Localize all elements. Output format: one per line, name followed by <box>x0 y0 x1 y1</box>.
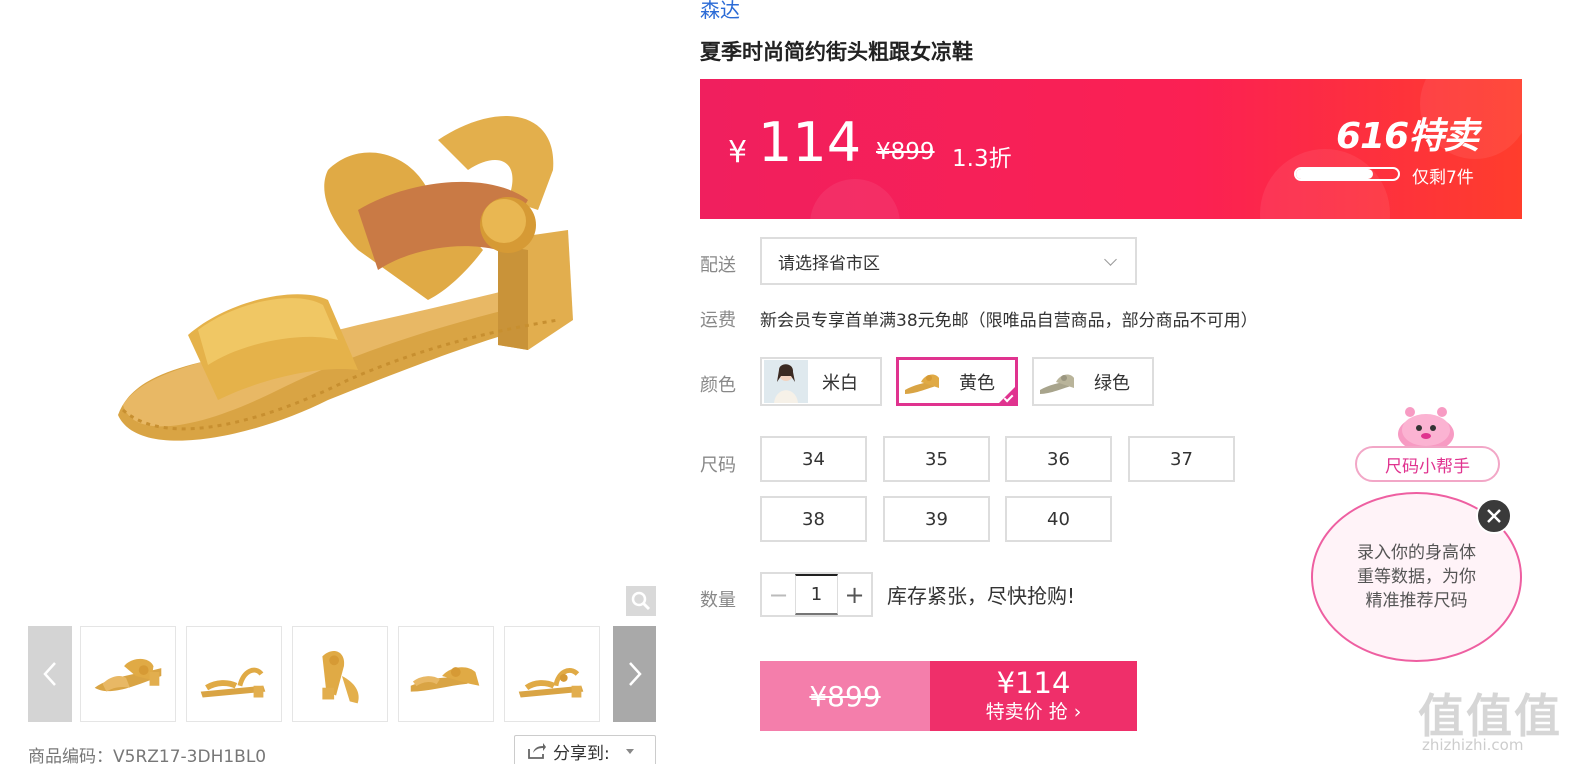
size-label: 尺码 <box>700 455 736 476</box>
stock-remaining: 仅剩7件 <box>1412 168 1474 188</box>
share-button[interactable]: 分享到: <box>514 735 656 764</box>
brand-link[interactable]: 森达 <box>700 0 740 23</box>
sandal-thumbnail <box>905 374 939 394</box>
sandal-thumbnail <box>322 651 359 704</box>
shipping-info: 新会员专享首单满38元免邮（限唯品自营商品，部分商品不可用） <box>760 311 1258 331</box>
size-helper-button[interactable]: 尺码小帮手 <box>1355 446 1500 482</box>
size-option-37[interactable]: 37 <box>1128 436 1235 482</box>
thumbnail-1[interactable] <box>80 626 176 722</box>
color-option-label: 黄色 <box>959 372 995 394</box>
buy-original-price: ¥899 <box>760 661 930 731</box>
zoom-button[interactable] <box>626 586 656 616</box>
color-option-label: 绿色 <box>1094 372 1130 394</box>
price-banner: ¥ 114 ¥899 1.3折 616特卖 仅剩7件 <box>700 79 1522 219</box>
stock-warning: 库存紧张，尽快抢购! <box>887 584 1076 608</box>
color-option-green[interactable]: 绿色 <box>1032 357 1154 406</box>
chevron-right-icon <box>628 662 642 686</box>
stock-progress-bar <box>1294 167 1400 181</box>
buy-sale-price: ¥114 <box>996 666 1071 700</box>
banner-decoration <box>810 179 900 219</box>
thumbnail-3[interactable] <box>292 626 388 722</box>
sandal-thumbnail <box>94 658 162 692</box>
share-icon <box>528 743 546 759</box>
delivery-label: 配送 <box>700 255 736 276</box>
delivery-placeholder: 请选择省市区 <box>778 253 880 274</box>
size-option-36[interactable]: 36 <box>1005 436 1112 482</box>
thumb-next-button[interactable] <box>613 626 656 722</box>
sandal-thumbnail <box>518 668 584 698</box>
color-label: 颜色 <box>700 375 736 396</box>
magnifier-icon <box>631 591 651 611</box>
quantity-decrease-button[interactable]: − <box>762 574 795 615</box>
buy-button[interactable]: ¥899 ¥114 特卖价 抢 › <box>760 661 1137 731</box>
main-product-image[interactable] <box>28 0 655 620</box>
sandal-thumbnail <box>200 667 266 698</box>
mascot-icon <box>1398 407 1454 450</box>
discount-rate: 1.3折 <box>952 146 1012 172</box>
product-code: 商品编码：V5RZ17-3DH1BL0 <box>28 747 267 764</box>
sandal-thumbnail <box>410 667 480 692</box>
size-option-35[interactable]: 35 <box>883 436 990 482</box>
thumbnail-strip <box>28 626 656 722</box>
currency-symbol: ¥ <box>728 135 748 170</box>
size-option-40[interactable]: 40 <box>1005 496 1112 542</box>
color-option-off-white[interactable]: 米白 <box>760 357 882 406</box>
shipping-label: 运费 <box>700 310 736 331</box>
thumb-prev-button[interactable] <box>28 626 72 722</box>
watermark-url: zhizhizhi.com <box>1422 736 1524 754</box>
color-option-yellow[interactable]: 黄色 <box>896 357 1018 406</box>
current-price: 114 <box>758 111 862 174</box>
caret-down-icon <box>625 748 634 754</box>
quantity-stepper: − + <box>760 572 873 617</box>
delivery-region-select[interactable]: 请选择省市区 <box>760 237 1137 285</box>
thumbnail-4[interactable] <box>398 626 494 722</box>
watermark: 值值值 zhizhizhi.com <box>1418 680 1564 760</box>
size-option-39[interactable]: 39 <box>883 496 990 542</box>
product-title: 夏季时尚简约街头粗跟女凉鞋 <box>700 40 973 64</box>
color-option-label: 米白 <box>822 372 858 394</box>
close-icon <box>1487 509 1501 523</box>
model-thumbnail <box>764 360 808 403</box>
banner-decoration <box>1260 149 1390 219</box>
quantity-label: 数量 <box>700 590 736 611</box>
thumbnail-2[interactable] <box>186 626 282 722</box>
stock-progress-fill <box>1296 169 1373 179</box>
buy-cta-label: 特卖价 抢 › <box>985 701 1082 723</box>
buy-cta-panel: ¥114 特卖价 抢 › <box>930 661 1137 731</box>
sale-event-tag: 616特卖 <box>1336 116 1479 157</box>
sandal-thumbnail <box>1040 374 1074 394</box>
sandal-image <box>118 116 573 441</box>
thumbnail-5[interactable] <box>504 626 600 722</box>
size-option-38[interactable]: 38 <box>760 496 867 542</box>
chevron-left-icon <box>43 662 56 686</box>
quantity-input[interactable] <box>795 574 838 615</box>
quantity-increase-button[interactable]: + <box>838 574 871 615</box>
size-helper-close-button[interactable] <box>1476 498 1512 534</box>
share-label: 分享到: <box>553 743 610 764</box>
chevron-down-icon <box>1104 253 1117 266</box>
size-option-34[interactable]: 34 <box>760 436 867 482</box>
original-price: ¥899 <box>876 139 935 165</box>
